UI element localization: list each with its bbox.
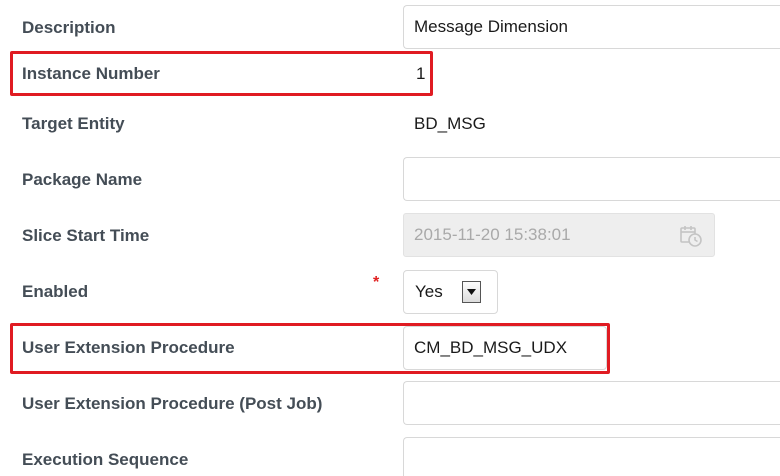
user-extension-procedure-post-job-row: User Extension Procedure (Post Job) bbox=[0, 376, 780, 432]
enabled-row: Enabled bbox=[0, 264, 780, 320]
execution-sequence-input[interactable] bbox=[403, 437, 780, 476]
execution-sequence-label: Execution Sequence bbox=[22, 450, 189, 469]
package-name-row: Package Name bbox=[0, 152, 780, 208]
enabled-select-value: Yes bbox=[415, 282, 443, 301]
target-entity-row: Target Entity BD_MSG bbox=[0, 96, 780, 152]
package-name-input[interactable] bbox=[403, 157, 780, 201]
user-extension-procedure-label: User Extension Procedure bbox=[22, 338, 235, 357]
user-extension-procedure-post-job-label: User Extension Procedure (Post Job) bbox=[22, 394, 323, 413]
enabled-select[interactable]: Yes bbox=[403, 270, 498, 314]
chevron-down-icon[interactable] bbox=[462, 281, 481, 303]
target-entity-label: Target Entity bbox=[22, 114, 125, 133]
required-marker: * bbox=[373, 274, 380, 291]
user-extension-procedure-post-job-input[interactable] bbox=[403, 381, 780, 425]
description-input[interactable] bbox=[403, 5, 780, 49]
slice-start-time-label: Slice Start Time bbox=[22, 226, 150, 245]
execution-sequence-row: Execution Sequence bbox=[0, 432, 780, 476]
instance-number-row: Instance Number 1 bbox=[0, 46, 780, 102]
instance-number-label: Instance Number bbox=[22, 64, 160, 83]
package-name-label: Package Name bbox=[22, 170, 143, 189]
instance-number-value: 1 bbox=[416, 64, 426, 83]
job-config-form: Description Instance Number 1 Target Ent… bbox=[0, 0, 780, 476]
user-extension-procedure-input[interactable] bbox=[403, 326, 607, 370]
slice-start-time-input bbox=[403, 213, 715, 257]
enabled-label: Enabled bbox=[22, 282, 89, 301]
calendar-clock-icon bbox=[680, 226, 702, 247]
target-entity-value: BD_MSG bbox=[414, 114, 486, 133]
user-extension-procedure-row: User Extension Procedure bbox=[0, 320, 780, 376]
